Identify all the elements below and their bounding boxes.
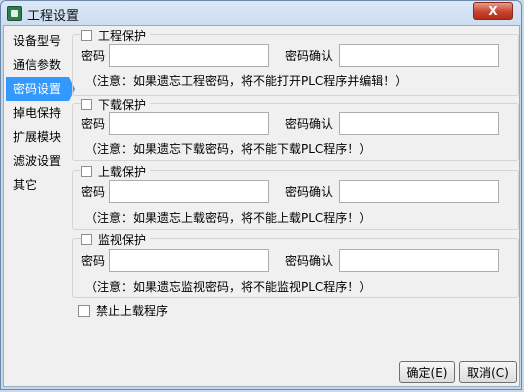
project-protection-group: 工程保护 密码 密码确认 （注意：如果遗忘工程密码，将不能打开PLC程序并编辑！…	[72, 27, 519, 96]
project-password-label: 密码	[81, 49, 106, 63]
monitor-protection-title: 监视保护	[98, 232, 147, 247]
upload-password-row: 密码 密码确认	[81, 180, 499, 203]
project-settings-window: 工程设置 X 设备型号 通信参数 密码设置 掉电保持 扩展模块 滤波设置 其它 …	[0, 0, 522, 390]
nav-item-comm-params[interactable]: 通信参数	[6, 53, 69, 77]
project-confirm-label: 密码确认	[285, 49, 334, 63]
upload-protection-title: 上载保护	[98, 164, 147, 179]
monitor-confirm-label: 密码确认	[285, 254, 334, 268]
download-password-input[interactable]	[109, 112, 269, 135]
forbid-upload-option[interactable]: 禁止上载程序	[78, 302, 168, 319]
upload-confirm-input[interactable]	[339, 180, 499, 203]
upload-protection-note: （注意：如果遗忘上载密码，将不能上载PLC程序！）	[85, 211, 372, 225]
upload-protection-header: 上载保护	[81, 163, 151, 179]
download-protection-note: （注意：如果遗忘下载密码，将不能下载PLC程序！）	[85, 142, 372, 156]
download-protection-group: 下载保护 密码 密码确认 （注意：如果遗忘下载密码，将不能下载PLC程序！）	[72, 96, 519, 161]
monitor-protection-checkbox[interactable]	[81, 233, 92, 245]
monitor-password-input[interactable]	[109, 249, 269, 272]
nav-item-device-model[interactable]: 设备型号	[6, 29, 69, 53]
monitor-confirm-input[interactable]	[339, 249, 499, 272]
upload-password-input[interactable]	[109, 180, 269, 203]
project-password-input[interactable]	[109, 44, 269, 67]
nav-item-filter-settings[interactable]: 滤波设置	[6, 149, 69, 173]
download-password-row: 密码 密码确认	[81, 112, 499, 135]
forbid-upload-checkbox[interactable]	[78, 304, 90, 317]
project-protection-checkbox[interactable]	[81, 29, 92, 41]
cancel-button[interactable]: 取消(C)	[459, 361, 517, 383]
window-title: 工程设置	[27, 9, 80, 24]
download-protection-checkbox[interactable]	[81, 98, 92, 110]
monitor-protection-header: 监视保护	[81, 231, 151, 247]
download-confirm-label: 密码确认	[285, 117, 334, 131]
download-confirm-input[interactable]	[339, 112, 499, 135]
nav-item-password-settings[interactable]: 密码设置	[6, 77, 75, 101]
project-confirm-input[interactable]	[339, 44, 499, 67]
project-protection-header: 工程保护	[81, 27, 151, 43]
app-settings-icon	[7, 6, 22, 21]
nav-item-other[interactable]: 其它	[6, 173, 69, 197]
settings-nav: 设备型号 通信参数 密码设置 掉电保持 扩展模块 滤波设置 其它	[6, 29, 75, 197]
download-password-label: 密码	[81, 117, 106, 131]
close-button[interactable]: X	[473, 2, 513, 20]
dialog-body: 设备型号 通信参数 密码设置 掉电保持 扩展模块 滤波设置 其它 工程保护 密码…	[3, 25, 520, 387]
ok-button[interactable]: 确定(E)	[399, 361, 455, 383]
download-protection-title: 下载保护	[98, 97, 147, 112]
monitor-protection-note: （注意：如果遗忘监视密码，将不能监视PLC程序！）	[85, 280, 372, 294]
project-password-row: 密码 密码确认	[81, 44, 499, 67]
upload-protection-checkbox[interactable]	[81, 165, 92, 177]
download-protection-header: 下载保护	[81, 96, 151, 112]
upload-confirm-label: 密码确认	[285, 185, 334, 199]
nav-item-expansion-module[interactable]: 扩展模块	[6, 125, 69, 149]
nav-item-power-retention[interactable]: 掉电保持	[6, 101, 69, 125]
project-protection-title: 工程保护	[98, 28, 147, 43]
upload-password-label: 密码	[81, 185, 106, 199]
monitor-protection-group: 监视保护 密码 密码确认 （注意：如果遗忘监视密码，将不能监视PLC程序！）	[72, 231, 519, 298]
monitor-password-label: 密码	[81, 254, 106, 268]
project-protection-note: （注意：如果遗忘工程密码，将不能打开PLC程序并编辑！）	[85, 74, 408, 88]
forbid-upload-label: 禁止上载程序	[96, 304, 169, 318]
title-bar[interactable]: 工程设置 X	[1, 1, 521, 27]
monitor-password-row: 密码 密码确认	[81, 249, 499, 272]
upload-protection-group: 上载保护 密码 密码确认 （注意：如果遗忘上载密码，将不能上载PLC程序！）	[72, 163, 519, 230]
